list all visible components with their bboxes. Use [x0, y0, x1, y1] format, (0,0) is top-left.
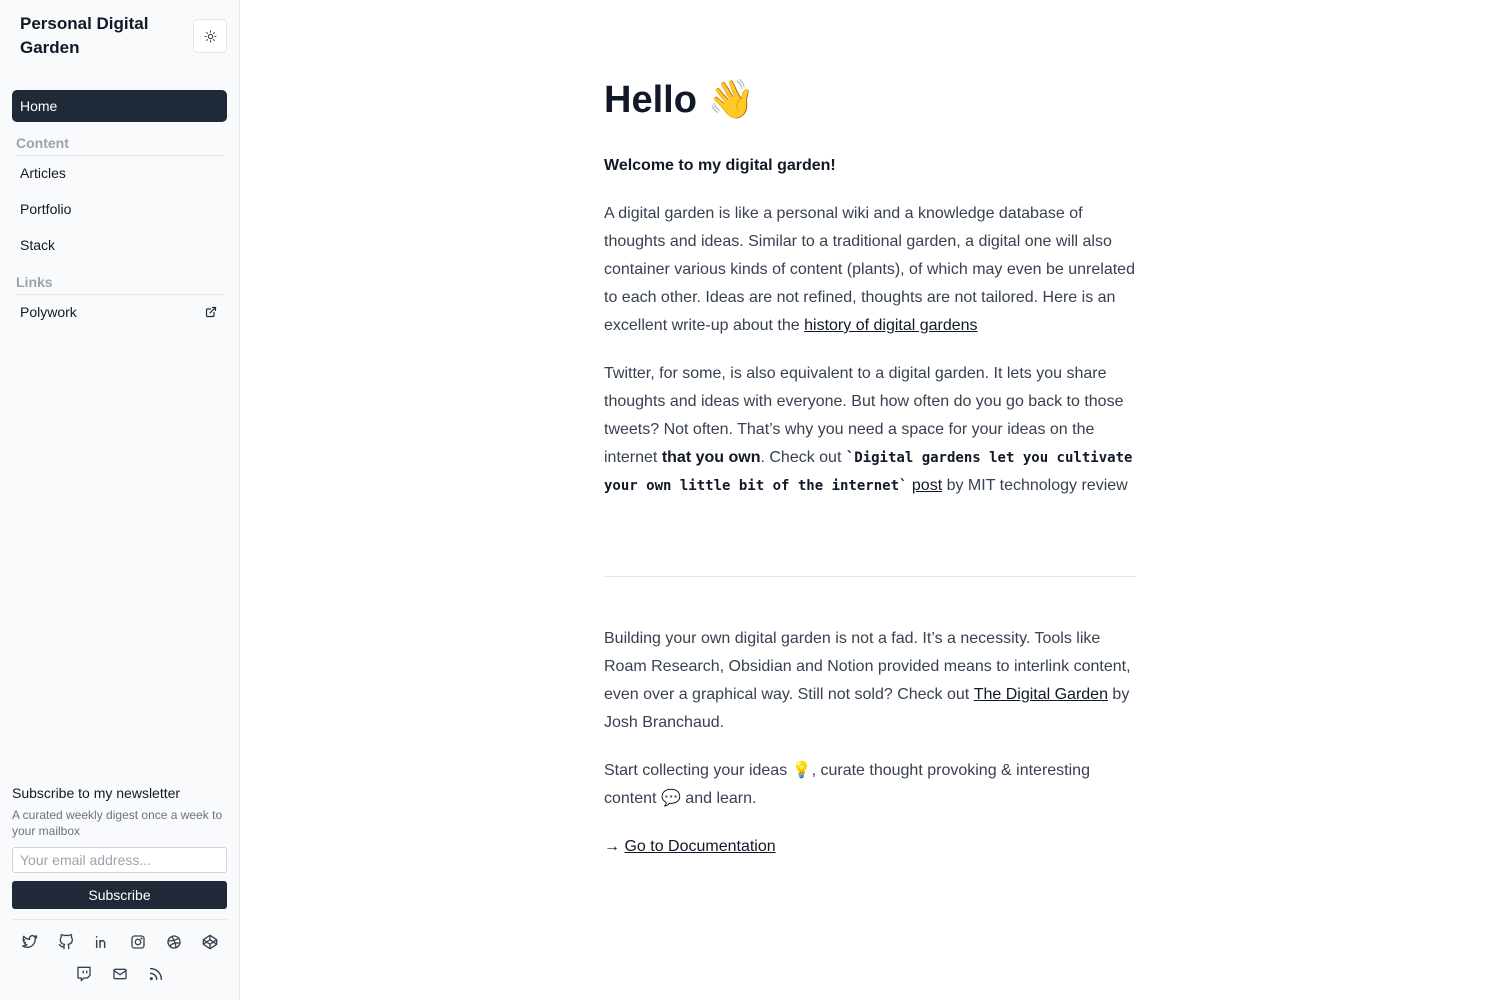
dribbble-icon[interactable] [166, 934, 182, 950]
intro-paragraph: A digital garden is like a personal wiki… [604, 200, 1136, 340]
sidebar-item-articles[interactable]: Articles [12, 157, 227, 189]
sidebar-item-stack[interactable]: Stack [12, 229, 227, 261]
the-digital-garden-link[interactable]: The Digital Garden [974, 686, 1108, 703]
sun-icon [204, 30, 216, 42]
divider [12, 919, 227, 920]
codepen-icon[interactable] [202, 934, 218, 950]
mit-review-text: by MIT technology review [942, 477, 1128, 494]
history-of-digital-gardens-link[interactable]: history of digital gardens [804, 317, 977, 334]
instagram-icon[interactable] [130, 934, 146, 950]
sidebar-item-portfolio[interactable]: Portfolio [12, 193, 227, 225]
page-title: Hello 👋 [604, 78, 755, 122]
that-you-own-bold: that you own [661, 449, 761, 466]
twitter-paragraph: Twitter, for some, is also equivalent to… [604, 360, 1136, 500]
go-to-documentation-link[interactable]: Go to Documentation [624, 838, 775, 855]
welcome-text: Welcome to my digital garden! [604, 157, 836, 174]
twitch-icon[interactable] [76, 966, 92, 982]
waving-hand-emoji: 👋 [707, 79, 755, 121]
github-icon[interactable] [58, 934, 74, 950]
twitter-icon[interactable] [22, 934, 38, 950]
speech-bubble-emoji: 💬 [660, 790, 681, 807]
sidebar-item-label: Polywork [20, 304, 77, 320]
learn-text: and learn. [680, 790, 757, 807]
documentation-link-row: → Go to Documentation [604, 833, 776, 861]
light-bulb-emoji: 💡 [791, 762, 812, 779]
divider [604, 576, 1136, 577]
linkedin-icon[interactable] [94, 934, 110, 950]
site-title[interactable]: Personal Digital Garden [20, 12, 180, 60]
section-label-links: Links [16, 273, 225, 295]
sidebar-item-home[interactable]: Home [12, 90, 227, 122]
mail-icon[interactable] [112, 966, 128, 982]
rss-icon[interactable] [148, 966, 164, 982]
intro-text: A digital garden is like a personal wiki… [604, 205, 1135, 334]
building-paragraph: Building your own digital garden is not … [604, 625, 1136, 737]
external-link-icon [205, 306, 217, 318]
collecting-paragraph: Start collecting your ideas 💡, curate th… [604, 757, 1136, 813]
newsletter-title: Subscribe to my newsletter [12, 785, 181, 801]
check-out-text: . Check out [760, 449, 846, 466]
page-title-text: Hello [604, 79, 697, 121]
email-field[interactable] [12, 847, 227, 873]
collecting-text: Start collecting your ideas [604, 762, 792, 779]
newsletter-description: A curated weekly digest once a week to y… [12, 808, 223, 838]
theme-toggle-button[interactable] [193, 19, 227, 53]
sidebar: Personal Digital Garden Home Content Art… [0, 0, 240, 1000]
mit-post-link[interactable]: post [912, 477, 942, 494]
sidebar-item-polywork[interactable]: Polywork [12, 296, 227, 328]
subscribe-button[interactable]: Subscribe [12, 881, 227, 909]
section-label-content: Content [16, 134, 225, 156]
arrow-right-icon: → [604, 838, 625, 855]
